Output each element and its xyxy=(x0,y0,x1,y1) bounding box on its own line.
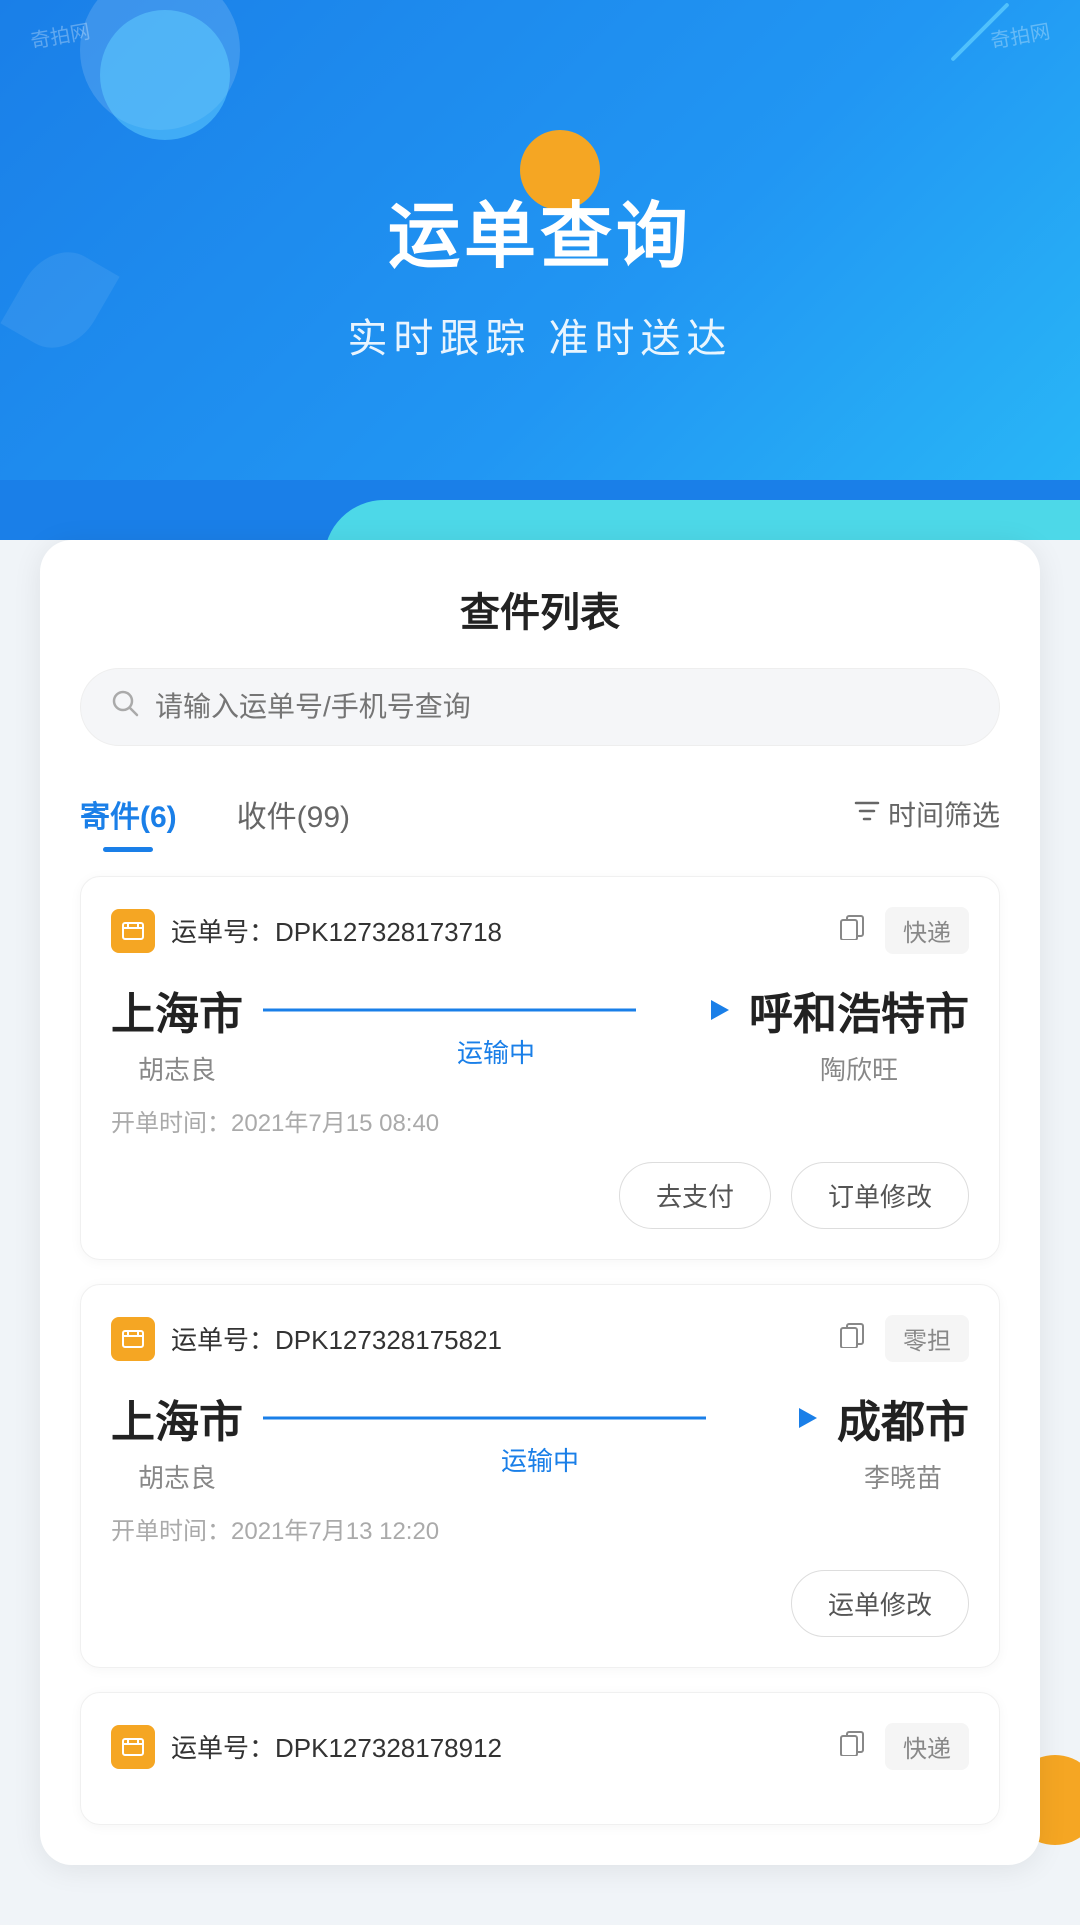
order-card-1: 运单号：DPK127328173718 快递 上海市 胡志良 运输中 xyxy=(80,876,1000,1260)
order-header-3: 运单号：DPK127328178912 快递 xyxy=(111,1723,969,1770)
copy-icon-2[interactable] xyxy=(839,1322,865,1355)
order-icon-1 xyxy=(111,909,155,953)
route-middle-1: 运输中 xyxy=(263,995,729,1070)
search-bar[interactable] xyxy=(80,668,1000,746)
hero-title: 运单查询 xyxy=(388,177,692,282)
copy-icon-3[interactable] xyxy=(839,1730,865,1763)
to-city-1: 呼和浩特市 陶欣旺 xyxy=(749,978,969,1087)
hero-section: 运单查询 实时跟踪 准时送达 xyxy=(0,0,1080,480)
time-filter-button[interactable]: 时间筛选 xyxy=(854,794,1000,834)
modify-button-2[interactable]: 运单修改 xyxy=(791,1570,969,1637)
order-tag-1: 快递 xyxy=(885,907,969,954)
filter-label: 时间筛选 xyxy=(888,794,1000,834)
modify-button-1[interactable]: 订单修改 xyxy=(791,1162,969,1229)
status-2: 运输中 xyxy=(501,1441,579,1478)
deco-circle-inner xyxy=(100,10,230,140)
order-header-1: 运单号：DPK127328173718 快递 xyxy=(111,907,969,954)
status-1: 运输中 xyxy=(457,1033,535,1070)
to-city-2: 成都市 李晓苗 xyxy=(837,1386,969,1495)
from-city-2: 上海市 胡志良 xyxy=(111,1386,243,1495)
action-row-1: 去支付 订单修改 xyxy=(111,1162,969,1229)
open-time-1: 开单时间：2021年7月15 08:40 xyxy=(111,1103,969,1138)
order-number-1: 运单号：DPK127328173718 xyxy=(171,912,829,949)
order-number-3: 运单号：DPK127328178912 xyxy=(171,1728,829,1765)
from-city-1: 上海市 胡志良 xyxy=(111,978,243,1087)
open-time-2: 开单时间：2021年7月13 12:20 xyxy=(111,1511,969,1546)
tab-sent[interactable]: 寄件(6) xyxy=(80,782,177,846)
order-number-2: 运单号：DPK127328175821 xyxy=(171,1320,829,1357)
route-row-2: 上海市 胡志良 运输中 成都市 李晓苗 xyxy=(111,1386,969,1495)
deco-leaf-left xyxy=(0,237,119,364)
pay-button-1[interactable]: 去支付 xyxy=(619,1162,771,1229)
route-middle-2: 运输中 xyxy=(263,1403,817,1478)
order-icon-3 xyxy=(111,1725,155,1769)
order-card-2: 运单号：DPK127328175821 零担 上海市 胡志良 运输中 xyxy=(80,1284,1000,1668)
arrow-line-2 xyxy=(263,1403,817,1433)
deco-line-top-right xyxy=(950,2,1009,61)
order-header-2: 运单号：DPK127328175821 零担 xyxy=(111,1315,969,1362)
tab-received[interactable]: 收件(99) xyxy=(237,782,350,846)
order-card-3: 运单号：DPK127328178912 快递 xyxy=(80,1692,1000,1825)
order-icon-2 xyxy=(111,1317,155,1361)
tabs-row: 寄件(6) 收件(99) 时间筛选 xyxy=(80,782,1000,846)
main-card: 查件列表 寄件(6) 收件(99) 时间筛选 xyxy=(40,540,1040,1865)
order-tag-3: 快递 xyxy=(885,1723,969,1770)
filter-icon xyxy=(854,798,880,831)
main-area: 查件列表 寄件(6) 收件(99) 时间筛选 xyxy=(0,540,1080,1925)
route-row-1: 上海市 胡志良 运输中 呼和浩特市 陶欣旺 xyxy=(111,978,969,1087)
search-input[interactable] xyxy=(155,691,969,723)
search-icon xyxy=(111,689,139,725)
card-title: 查件列表 xyxy=(80,580,1000,638)
arrow-line-1 xyxy=(263,995,729,1025)
action-row-2: 运单修改 xyxy=(111,1570,969,1637)
copy-icon-1[interactable] xyxy=(839,914,865,947)
hero-subtitle: 实时跟踪 准时送达 xyxy=(347,306,732,364)
order-tag-2: 零担 xyxy=(885,1315,969,1362)
